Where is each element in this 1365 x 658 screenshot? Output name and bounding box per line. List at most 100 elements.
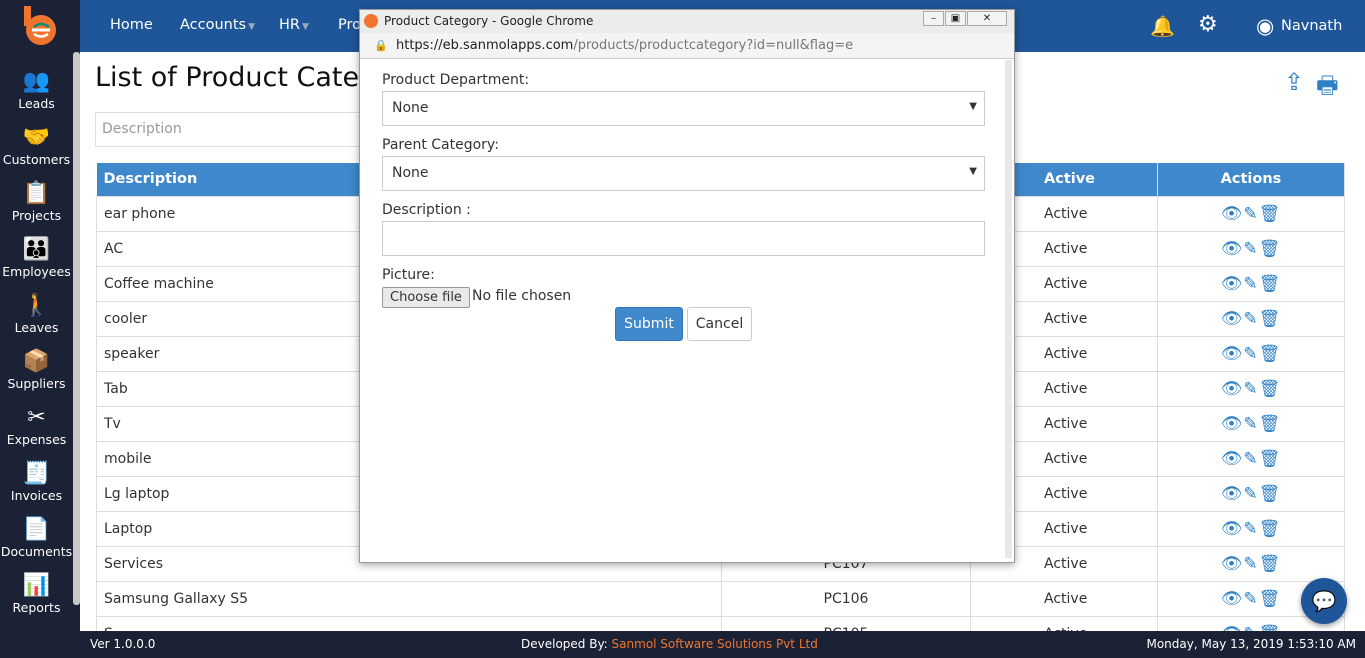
parent-category-label: Parent Category:: [382, 137, 499, 153]
sidebar-item-suppliers[interactable]: 📦 Suppliers: [0, 348, 73, 391]
description-input[interactable]: [382, 221, 985, 256]
cell-active: Active: [970, 580, 1158, 617]
view-eye-icon[interactable]: 👁: [1221, 414, 1244, 434]
app-favicon-icon: [364, 14, 378, 28]
product-department-select[interactable]: None ▼: [382, 91, 985, 126]
edit-icon[interactable]: ✎: [1243, 379, 1258, 399]
nav-hr[interactable]: HR ▼: [279, 17, 309, 33]
print-icon[interactable]: 🖶: [1316, 68, 1339, 109]
edit-icon[interactable]: ✎: [1243, 449, 1258, 469]
footer: Ver 1.0.0.0 Developed By: Sanmol Softwar…: [80, 631, 1365, 658]
edit-icon[interactable]: ✎: [1243, 519, 1258, 539]
settings-gears-icon[interactable]: ⚙: [1198, 12, 1218, 37]
nav-accounts[interactable]: Accounts ▼: [180, 17, 255, 33]
popup-scrollbar[interactable]: [1005, 60, 1012, 558]
sidebar-item-reports[interactable]: 📊 Reports: [0, 572, 73, 615]
view-eye-icon[interactable]: 👁: [1221, 554, 1244, 574]
sidebar-item-label: Suppliers: [7, 376, 66, 391]
delete-trash-icon[interactable]: 🗑: [1259, 239, 1282, 259]
view-eye-icon[interactable]: 👁: [1221, 484, 1244, 504]
user-name[interactable]: Navnath: [1281, 18, 1342, 34]
view-eye-icon[interactable]: 👁: [1221, 274, 1244, 294]
column-header-actions: Actions: [1157, 163, 1345, 196]
choose-file-button[interactable]: Choose file: [382, 287, 470, 308]
picture-label: Picture:: [382, 267, 435, 283]
description-filter-input[interactable]: Description: [95, 112, 365, 147]
submit-button[interactable]: Submit: [615, 307, 683, 341]
delete-trash-icon[interactable]: 🗑: [1259, 309, 1282, 329]
leaves-icon: 🚶: [22, 293, 51, 318]
cancel-button[interactable]: Cancel: [687, 307, 752, 341]
view-eye-icon[interactable]: 👁: [1221, 379, 1244, 399]
app-logo[interactable]: [22, 6, 58, 46]
edit-icon[interactable]: ✎: [1243, 414, 1258, 434]
chat-bubbles-icon: 💬: [1311, 589, 1337, 613]
sidebar-item-label: Documents: [0, 544, 73, 559]
edit-icon[interactable]: ✎: [1243, 204, 1258, 224]
sidebar-item-label: Customers: [2, 152, 71, 167]
sidebar-item-leads[interactable]: 👥 Leads: [0, 68, 73, 111]
bell-icon[interactable]: 🔔: [1150, 14, 1175, 38]
select-value: None: [392, 165, 429, 181]
view-eye-icon[interactable]: 👁: [1221, 519, 1244, 539]
minimize-icon[interactable]: –: [923, 11, 944, 26]
nav-label: HR: [279, 17, 300, 33]
edit-icon[interactable]: ✎: [1243, 309, 1258, 329]
user-avatar-icon[interactable]: ◉: [1256, 14, 1274, 38]
developer-link[interactable]: Sanmol Software Solutions Pvt Ltd: [612, 637, 818, 651]
developed-by-label: Developed By:: [521, 637, 612, 651]
edit-icon[interactable]: ✎: [1243, 589, 1258, 609]
nav-label: Accounts: [180, 17, 247, 33]
sidebar-item-label: Invoices: [10, 488, 63, 503]
description-label: Description :: [382, 202, 471, 218]
reports-icon: 📊: [22, 573, 51, 598]
view-eye-icon[interactable]: 👁: [1221, 309, 1244, 329]
sidebar-item-label: Projects: [11, 208, 62, 223]
sidebar-item-expenses[interactable]: ✂ Expenses: [0, 404, 73, 447]
nav-home[interactable]: Home: [110, 17, 153, 33]
edit-icon[interactable]: ✎: [1243, 344, 1258, 364]
delete-trash-icon[interactable]: 🗑: [1259, 344, 1282, 364]
edit-icon[interactable]: ✎: [1243, 554, 1258, 574]
delete-trash-icon[interactable]: 🗑: [1259, 484, 1282, 504]
sidebar-item-documents[interactable]: 📄 Documents: [0, 516, 73, 559]
parent-category-select[interactable]: None ▼: [382, 156, 985, 191]
nav-products[interactable]: Pro: [338, 17, 361, 33]
delete-trash-icon[interactable]: 🗑: [1259, 274, 1282, 294]
suppliers-icon: 📦: [22, 349, 51, 374]
delete-trash-icon[interactable]: 🗑: [1259, 519, 1282, 539]
upload-icon[interactable]: ⇪: [1284, 68, 1304, 96]
delete-trash-icon[interactable]: 🗑: [1259, 554, 1282, 574]
table-row: Samsung Gallaxy S5 PC106 Active 👁✎🗑: [96, 580, 1345, 617]
version-text: Ver 1.0.0.0: [90, 637, 156, 651]
sidebar-item-employees[interactable]: 👪 Employees: [0, 236, 73, 279]
sidebar-item-leaves[interactable]: 🚶 Leaves: [0, 292, 73, 335]
sidebar-item-invoices[interactable]: 🧾 Invoices: [0, 460, 73, 503]
edit-icon[interactable]: ✎: [1243, 239, 1258, 259]
edit-icon[interactable]: ✎: [1243, 484, 1258, 504]
popup-titlebar[interactable]: Product Category - Google Chrome – ▣ ✕: [360, 10, 1014, 33]
delete-trash-icon[interactable]: 🗑: [1259, 449, 1282, 469]
view-eye-icon[interactable]: 👁: [1221, 344, 1244, 364]
sidebar-scrollbar[interactable]: [73, 52, 80, 605]
edit-icon[interactable]: ✎: [1243, 274, 1258, 294]
delete-trash-icon[interactable]: 🗑: [1259, 589, 1282, 609]
delete-trash-icon[interactable]: 🗑: [1259, 379, 1282, 399]
product-department-label: Product Department:: [382, 72, 530, 88]
sidebar-item-label: Leads: [18, 96, 55, 111]
caret-down-icon: ▼: [248, 22, 256, 32]
view-eye-icon[interactable]: 👁: [1221, 239, 1244, 259]
view-eye-icon[interactable]: 👁: [1221, 204, 1244, 224]
view-eye-icon[interactable]: 👁: [1221, 449, 1244, 469]
view-eye-icon[interactable]: 👁: [1221, 589, 1244, 609]
delete-trash-icon[interactable]: 🗑: [1259, 414, 1282, 434]
sidebar-item-projects[interactable]: 📋 Projects: [0, 180, 73, 223]
product-category-popup: Product Category - Google Chrome – ▣ ✕ 🔒…: [359, 9, 1015, 563]
leads-icon: 👥: [22, 69, 51, 94]
close-icon[interactable]: ✕: [967, 11, 1007, 26]
delete-trash-icon[interactable]: 🗑: [1259, 204, 1282, 224]
restore-icon[interactable]: ▣: [945, 11, 966, 26]
popup-address-bar[interactable]: 🔒 https://eb.sanmolapps.com/products/pro…: [360, 33, 1014, 59]
sidebar-item-customers[interactable]: 🤝 Customers: [0, 124, 73, 167]
chat-button[interactable]: 💬: [1301, 578, 1347, 624]
